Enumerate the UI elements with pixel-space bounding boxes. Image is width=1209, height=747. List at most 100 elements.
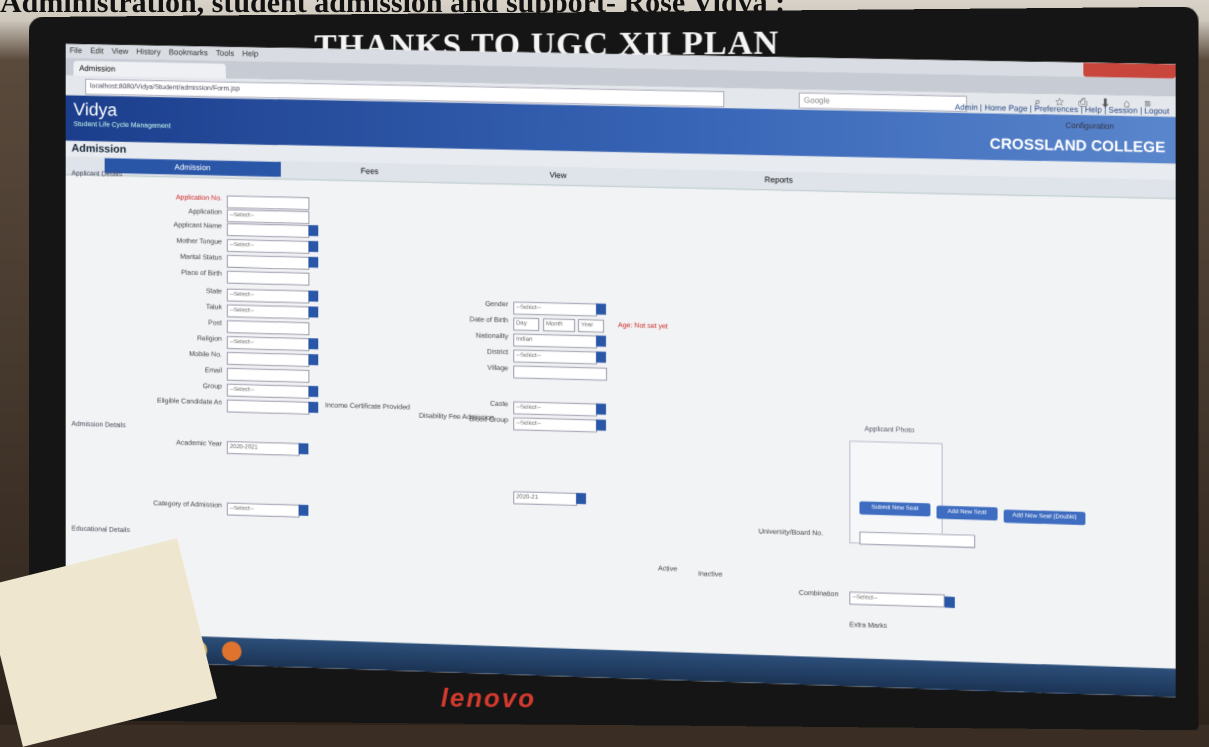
menu-history[interactable]: History [136,47,160,56]
input-mobile[interactable] [226,351,310,367]
row-place-of-birth: Place of Birth [124,268,222,283]
firefox-icon[interactable] [221,641,242,662]
applicant-photo[interactable] [849,440,943,547]
row-nationality: Nationality [439,332,508,347]
select-blood-group[interactable]: --Select-- [513,417,598,433]
nav-reports[interactable]: Reports [748,172,808,188]
select-nationality[interactable]: Indian [513,333,598,349]
menu-bookmarks[interactable]: Bookmarks [169,48,208,58]
screen: File Edit View History Bookmarks Tools H… [65,43,1176,698]
chevron-down-icon[interactable] [298,443,309,455]
select-district[interactable]: --Select-- [513,349,598,365]
select-taluk[interactable]: --Select-- [226,304,310,320]
chevron-down-icon[interactable] [596,303,606,315]
chevron-down-icon[interactable] [308,290,319,302]
input-university[interactable] [859,531,976,549]
admission-form: Application No. Application --Select-- A… [66,192,1176,653]
row-academic-year: Academic Year [124,438,222,454]
select-academic-year[interactable]: 2020-2021 [226,441,300,457]
chevron-down-icon[interactable] [308,256,319,268]
select-dob-year[interactable]: Year [578,319,605,333]
add-new-seat-button[interactable]: Add New Seat [936,505,998,521]
search-input[interactable]: Google [798,92,968,112]
chevron-down-icon[interactable] [308,225,319,237]
configuration-link[interactable]: Configuration [1065,121,1114,131]
select-group[interactable]: --Select-- [226,383,310,399]
applicant-photo-label: Applicant Photo [864,425,915,435]
window-close-controls[interactable] [1083,62,1176,79]
input-place-of-birth[interactable] [226,270,310,286]
label-post: Post [208,319,222,328]
chevron-down-icon[interactable] [596,403,606,415]
label-religion: Religion [197,335,222,343]
chevron-down-icon[interactable] [308,401,319,413]
label-category: Category of Admission [153,500,222,510]
nav-admission[interactable]: Admission [104,158,281,177]
input-post[interactable] [226,320,310,336]
row-post: Post [124,318,222,333]
label-taluk: Taluk [205,303,222,312]
select-dob-day[interactable]: Day [513,317,540,332]
menu-file[interactable]: File [70,46,83,55]
section-applicant: Applicant Details [71,170,123,179]
label-application: Application [188,208,222,217]
input-application-no[interactable] [226,195,310,211]
label-application-no: Application No. [175,194,222,203]
row-dob: Date of Birth [439,316,509,331]
chevron-down-icon[interactable] [596,419,606,431]
input-applicant-name[interactable] [226,223,310,238]
checkbox-extra[interactable]: Extra Marks [849,622,910,637]
row-district: District [439,348,508,363]
menu-tools[interactable]: Tools [216,49,234,58]
chevron-down-icon[interactable] [576,492,587,505]
select-gender[interactable]: --Select-- [513,301,598,317]
row-state: State [124,286,222,301]
app-logo-sub: Student Life Cycle Management [73,121,171,130]
select-eligible[interactable] [226,399,310,415]
input-admission-no[interactable]: 2020-21 [513,491,578,506]
label-marital-status: Marital Status [180,253,222,262]
nav-fees[interactable]: Fees [340,163,399,179]
label-place-of-birth: Place of Birth [181,269,222,278]
row-eligible: Eligible Candidate As [105,396,222,412]
row-village: Village [439,363,509,378]
input-email[interactable] [226,367,310,383]
chevron-down-icon[interactable] [944,596,955,608]
chevron-down-icon[interactable] [596,351,606,363]
row-caste: Caste [439,399,508,414]
row-applicant-name: Applicant Name [124,221,222,236]
chevron-down-icon[interactable] [308,338,319,350]
label-applicant-name: Applicant Name [173,221,222,230]
menu-view[interactable]: View [112,47,129,56]
label-income-check: Income Certificate Provided [325,402,411,412]
menu-help[interactable]: Help [242,49,258,58]
input-village[interactable] [513,365,607,381]
add-new-seat-double-button[interactable]: Add New Seat (Double) [1003,509,1086,526]
chevron-down-icon[interactable] [308,306,319,318]
row-email: Email [124,365,222,380]
select-application[interactable]: --Select-- [226,209,310,225]
row-application-no: Application No. [124,193,222,208]
select-mother-tongue[interactable]: --Select-- [226,239,310,254]
menu-edit[interactable]: Edit [90,46,103,55]
submit-new-seat-button[interactable]: Submit New Seat [859,501,931,517]
row-application: Application [124,207,222,222]
select-dob-month[interactable]: Month [543,318,576,333]
chevron-down-icon[interactable] [596,335,606,347]
select-religion[interactable]: --Select-- [226,336,310,352]
chevron-down-icon[interactable] [308,354,319,366]
label-group: Group [202,382,222,391]
select-state[interactable]: --Select-- [226,288,310,304]
row-religion: Religion [124,333,222,348]
radio-inactive[interactable]: Inactive [698,571,758,586]
chevron-down-icon[interactable] [308,240,319,253]
chevron-down-icon[interactable] [308,385,319,398]
label-state: State [205,288,222,296]
nav-view[interactable]: View [528,167,588,183]
select-marital-status[interactable] [226,254,310,270]
select-category[interactable]: --Select-- [226,502,300,518]
row-mobile: Mobile No. [124,349,222,364]
chevron-down-icon[interactable] [298,504,309,516]
select-combination[interactable]: --Select-- [849,591,945,608]
select-caste[interactable]: --Select-- [513,401,598,417]
